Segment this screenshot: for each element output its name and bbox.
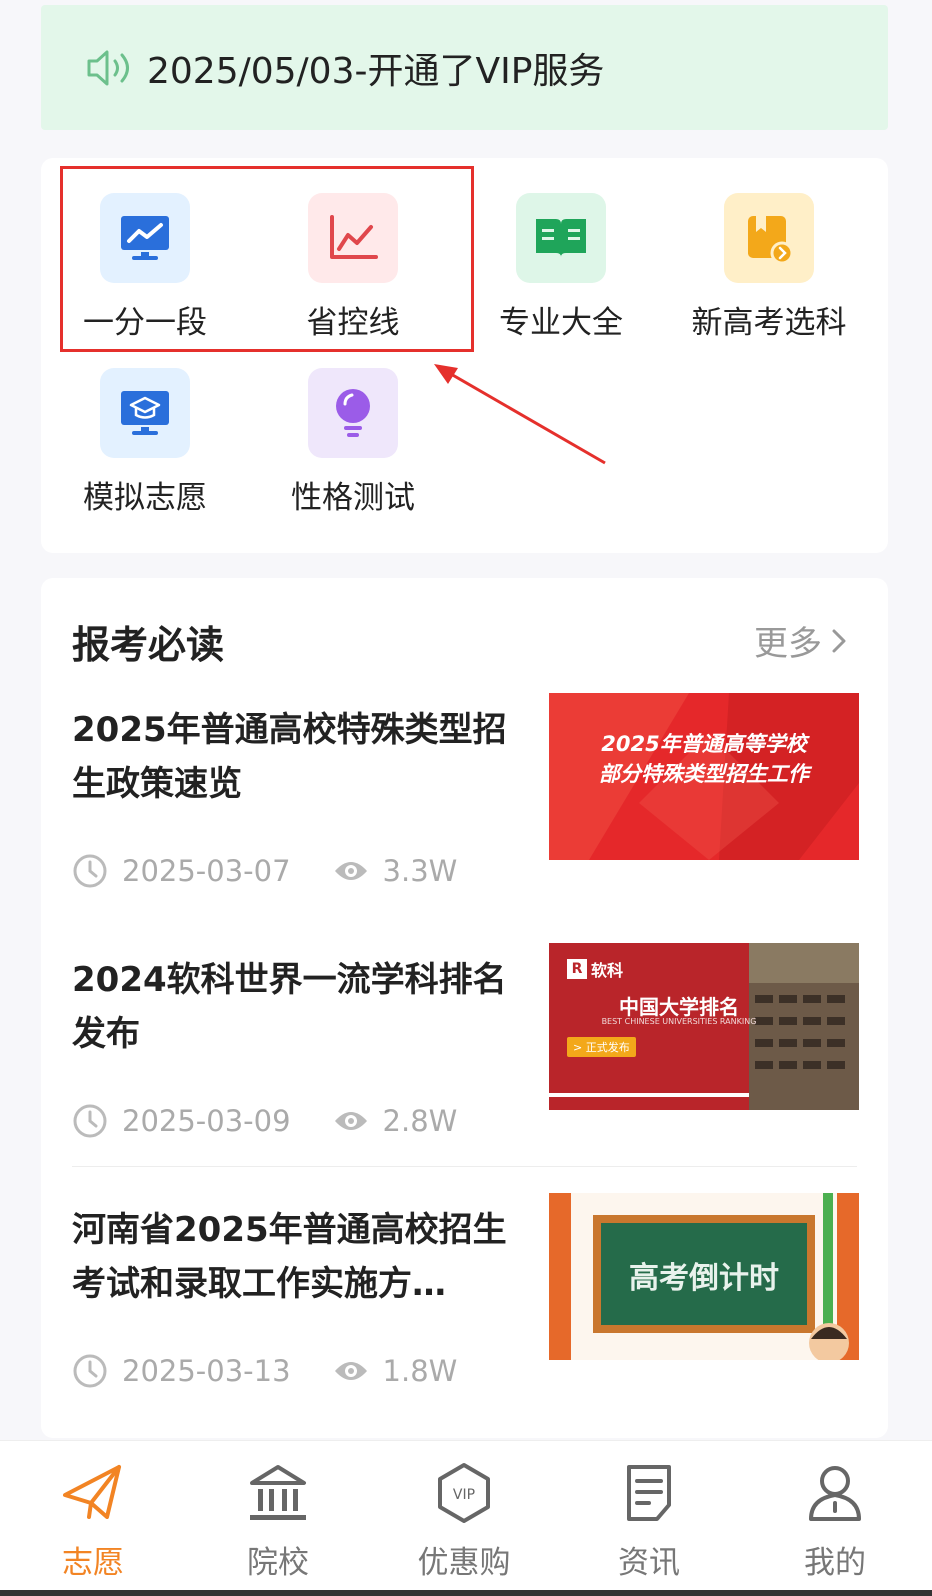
clock-icon (73, 1354, 107, 1388)
thumbnail-brand: 软科 (591, 961, 624, 980)
article-views: 2.8W (382, 1104, 458, 1138)
tab-label: 我的 (804, 1545, 866, 1581)
line-chart-monitor-icon (100, 193, 190, 283)
grid-item-score-rank[interactable]: 一分一段 (40, 193, 250, 342)
grid-item-subject-selection[interactable]: 新高考选科 (664, 193, 874, 342)
vip-badge-icon: VIP (438, 1463, 490, 1523)
thumbnail-subtitle: BEST CHINESE UNIVERSITIES RANKING (601, 1017, 757, 1026)
feature-grid: 一分一段 省控线 专业大全 新高考选科 模拟志愿 性格测试 (41, 158, 888, 553)
article-meta: 2025-03-07 3.3W (72, 853, 457, 889)
article-meta: 2025-03-13 1.8W (72, 1353, 457, 1389)
chevron-right-icon (832, 629, 846, 652)
tab-news[interactable]: 资讯 (569, 1461, 729, 1582)
article-title: 河南省2025年普通高校招生考试和录取工作实施方… (72, 1210, 507, 1304)
thumbnail-title: 高考倒计时 (629, 1261, 779, 1296)
tab-label: 院校 (247, 1545, 309, 1581)
speaker-icon (85, 46, 141, 90)
tab-colleges[interactable]: 院校 (198, 1461, 358, 1582)
university-building-icon (250, 1465, 306, 1520)
tab-label: 优惠购 (417, 1545, 511, 1581)
eye-icon (334, 1362, 367, 1380)
paper-plane-icon (63, 1465, 121, 1519)
article-item[interactable]: 2024软科世界一流学科排名发布 2025-03-09 2.8W R 软科 中国… (72, 943, 859, 1143)
grid-item-majors[interactable]: 专业大全 (456, 193, 666, 342)
line-chart-icon (308, 193, 398, 283)
eye-icon (334, 1112, 367, 1130)
thumbnail-line: 部分特殊类型招生工作 (599, 762, 809, 786)
grid-item-personality-test[interactable]: 性格测试 (248, 368, 458, 517)
article-title: 2024软科世界一流学科排名发布 (72, 960, 507, 1054)
svg-text:VIP: VIP (453, 1487, 475, 1503)
section-title: 报考必读 (72, 623, 225, 667)
more-link[interactable]: 更多 (754, 616, 848, 665)
article-title: 2025年普通高校特殊类型招生政策速览 (72, 710, 507, 804)
article-views: 1.8W (382, 1354, 458, 1388)
grid-item-label: 专业大全 (499, 305, 623, 341)
more-link-label: 更多 (754, 624, 822, 664)
eye-icon (334, 862, 367, 880)
bookmark-book-icon (724, 193, 814, 283)
grid-item-mock-application[interactable]: 模拟志愿 (40, 368, 250, 517)
article-thumbnail: 高考倒计时 (549, 1193, 859, 1360)
tab-label: 资讯 (618, 1545, 680, 1581)
notice-text: 2025/05/03-开通了VIP服务 (147, 50, 605, 92)
user-profile-icon (809, 1466, 861, 1521)
divider (72, 1166, 857, 1167)
notice-bar[interactable]: 2025/05/03-开通了VIP服务 (41, 5, 888, 130)
article-date: 2025-03-13 (122, 1354, 291, 1388)
article-views: 3.3W (382, 854, 458, 888)
open-book-icon (516, 193, 606, 283)
lightbulb-icon (308, 368, 398, 458)
thumbnail-line: 2025年普通高等学校 (601, 732, 807, 756)
thumbnail-badge: > 正式发布 (567, 1037, 636, 1057)
bottom-tab-bar: 志愿 院校 VIP 优惠购 资讯 我的 (0, 1440, 932, 1590)
thumbnail-title: 中国大学排名 (619, 995, 739, 1019)
must-read-section: 报考必读 更多 2025年普通高校特殊类型招生政策速览 2025-03-07 3… (41, 578, 888, 1438)
article-item[interactable]: 河南省2025年普通高校招生考试和录取工作实施方… 2025-03-13 1.8… (72, 1193, 859, 1393)
brand-logo-icon: R (567, 959, 587, 979)
grid-item-label: 性格测试 (291, 480, 415, 516)
grid-item-label: 一分一段 (83, 305, 207, 341)
clock-icon (73, 1104, 107, 1138)
tab-vip-deals[interactable]: VIP 优惠购 (384, 1461, 544, 1582)
grid-item-control-line[interactable]: 省控线 (248, 193, 458, 342)
news-document-icon (627, 1465, 671, 1521)
system-nav-strip (0, 1590, 932, 1596)
tab-volunteer[interactable]: 志愿 (13, 1461, 173, 1582)
graduation-monitor-icon (100, 368, 190, 458)
article-thumbnail: 2025年普通高等学校 部分特殊类型招生工作 (549, 693, 859, 860)
tab-label: 志愿 (62, 1545, 124, 1581)
grid-item-label: 模拟志愿 (83, 480, 207, 516)
clock-icon (73, 854, 107, 888)
article-thumbnail: R 软科 中国大学排名 BEST CHINESE UNIVERSITIES RA… (549, 943, 859, 1110)
grid-item-label: 新高考选科 (691, 305, 847, 341)
article-meta: 2025-03-09 2.8W (72, 1103, 457, 1139)
tab-profile[interactable]: 我的 (755, 1461, 915, 1582)
article-item[interactable]: 2025年普通高校特殊类型招生政策速览 2025-03-07 3.3W 2025… (72, 693, 859, 893)
article-date: 2025-03-09 (122, 1104, 291, 1138)
article-date: 2025-03-07 (122, 854, 291, 888)
grid-item-label: 省控线 (306, 305, 400, 341)
